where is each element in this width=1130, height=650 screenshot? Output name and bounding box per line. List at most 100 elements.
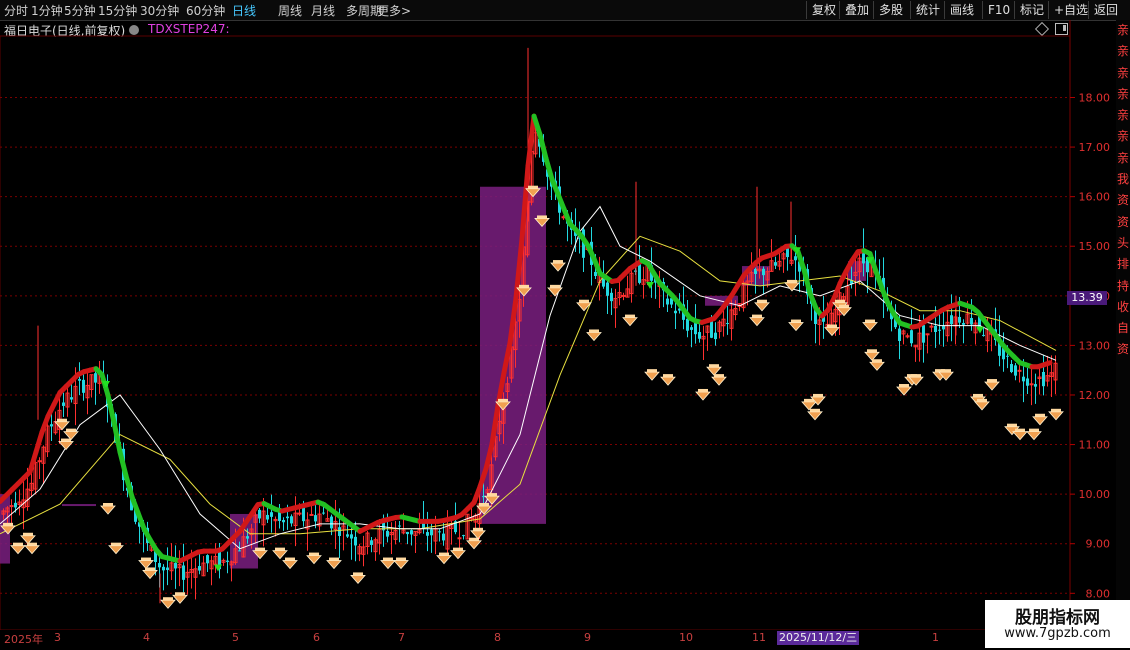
price-label-1: 17.00 — [1079, 141, 1111, 154]
candle-body — [786, 248, 789, 258]
diamond-marker-47 — [807, 408, 823, 421]
diamond-marker-43 — [754, 299, 770, 312]
candle-body — [1017, 369, 1022, 372]
diamond-marker-1 — [10, 542, 26, 555]
candle-body — [309, 513, 314, 516]
date-label-9: 11 — [752, 631, 766, 644]
candle-body — [297, 512, 302, 515]
candle-body — [14, 502, 17, 508]
candle-body — [958, 316, 961, 323]
diamond-marker-38 — [660, 374, 676, 386]
diamond-marker-61 — [974, 398, 990, 411]
candle-body — [929, 325, 934, 328]
date-label-1: 3 — [54, 631, 61, 644]
diamond-marker-37 — [644, 369, 660, 381]
candle-body — [610, 292, 613, 302]
candle-body — [302, 506, 305, 522]
candle-body — [238, 550, 241, 552]
price-label-6: 12.00 — [1079, 389, 1111, 402]
kline-chart[interactable]: 18.0017.0016.0015.0014.0013.0012.0011.00… — [0, 0, 1130, 650]
candle-body — [1034, 384, 1037, 387]
diamond-marker-9 — [138, 557, 154, 570]
diamond-marker-45 — [788, 319, 804, 332]
candle-body — [174, 562, 177, 569]
candle-body — [78, 378, 81, 381]
candle-body — [94, 373, 97, 383]
date-label-8: 10 — [679, 631, 693, 644]
candle-body — [266, 514, 269, 520]
date-label-3: 5 — [232, 631, 239, 644]
candle-body — [1042, 371, 1045, 387]
candle-body — [666, 298, 669, 305]
candle-body — [226, 560, 229, 562]
diamond-marker-36 — [622, 314, 638, 327]
candle-body — [462, 535, 465, 537]
candle-body — [406, 531, 409, 535]
candle-body — [621, 294, 626, 297]
diamond-marker-41 — [711, 374, 727, 386]
fill-block-1 — [62, 504, 96, 507]
candle-body — [482, 496, 485, 498]
step-segment — [33, 429, 45, 455]
candle-body — [638, 263, 641, 283]
diamond-marker-10 — [142, 567, 158, 580]
candle-body — [330, 516, 333, 529]
candle-body — [286, 516, 289, 519]
signal-arrow-5 — [646, 281, 654, 289]
watermark-url: www.7gpzb.com — [1004, 626, 1111, 641]
candle-body — [1022, 376, 1025, 382]
candle-body — [686, 318, 689, 331]
diamond-marker-7 — [100, 503, 116, 515]
candle-body — [398, 525, 401, 527]
step-segment — [531, 113, 543, 138]
candle-body — [258, 509, 261, 519]
step-segment — [117, 449, 129, 479]
diamond-marker-5 — [58, 438, 74, 451]
date-label-4: 6 — [313, 631, 320, 644]
diamond-marker-33 — [550, 260, 566, 272]
candle-body — [1006, 355, 1009, 357]
step-segment — [1041, 360, 1053, 368]
candle-body — [290, 516, 293, 524]
date-label-11: 1 — [932, 631, 939, 644]
candle-body — [9, 505, 14, 508]
diamond-marker-42 — [749, 314, 765, 327]
candle-body — [354, 536, 357, 546]
diamond-marker-53 — [864, 349, 880, 361]
price-label-9: 9.00 — [1086, 538, 1111, 551]
diamond-marker-49 — [824, 324, 840, 337]
price-label-2: 16.00 — [1079, 191, 1111, 204]
diamond-marker-39 — [695, 388, 711, 401]
date-axis: 2025年 3 4 5 6 7 8 9 10 11 1 — [0, 630, 1130, 650]
candle-body — [922, 325, 925, 343]
diamond-marker-18 — [326, 557, 342, 570]
diamond-marker-54 — [869, 359, 885, 371]
diamond-marker-15 — [272, 547, 288, 560]
candle-body — [714, 332, 717, 340]
diamond-marker-52 — [862, 319, 878, 332]
candle-body — [925, 333, 930, 336]
date-label-2: 4 — [143, 631, 150, 644]
candle-body — [166, 567, 169, 571]
diamond-marker-24 — [466, 537, 482, 550]
candle-body — [314, 515, 317, 522]
candle-body — [62, 402, 65, 406]
candle-body — [910, 330, 913, 344]
candle-body — [82, 379, 85, 393]
step-segment — [129, 494, 141, 516]
candle-body — [457, 537, 462, 540]
candle-body — [934, 325, 937, 332]
diamond-marker-19 — [350, 572, 366, 585]
last-price-tag: 13.39 — [1067, 291, 1107, 305]
candle-body — [338, 527, 341, 536]
candle-body — [158, 563, 161, 568]
price-label-0: 18.00 — [1079, 91, 1111, 104]
candle-body — [698, 332, 701, 339]
step-segment — [537, 132, 549, 161]
candle-body — [942, 325, 945, 330]
date-label-6: 8 — [494, 631, 501, 644]
diamond-marker-66 — [1032, 413, 1048, 426]
candle-body — [950, 315, 953, 325]
diamond-marker-2 — [20, 532, 36, 545]
diamond-marker-16 — [282, 557, 298, 570]
